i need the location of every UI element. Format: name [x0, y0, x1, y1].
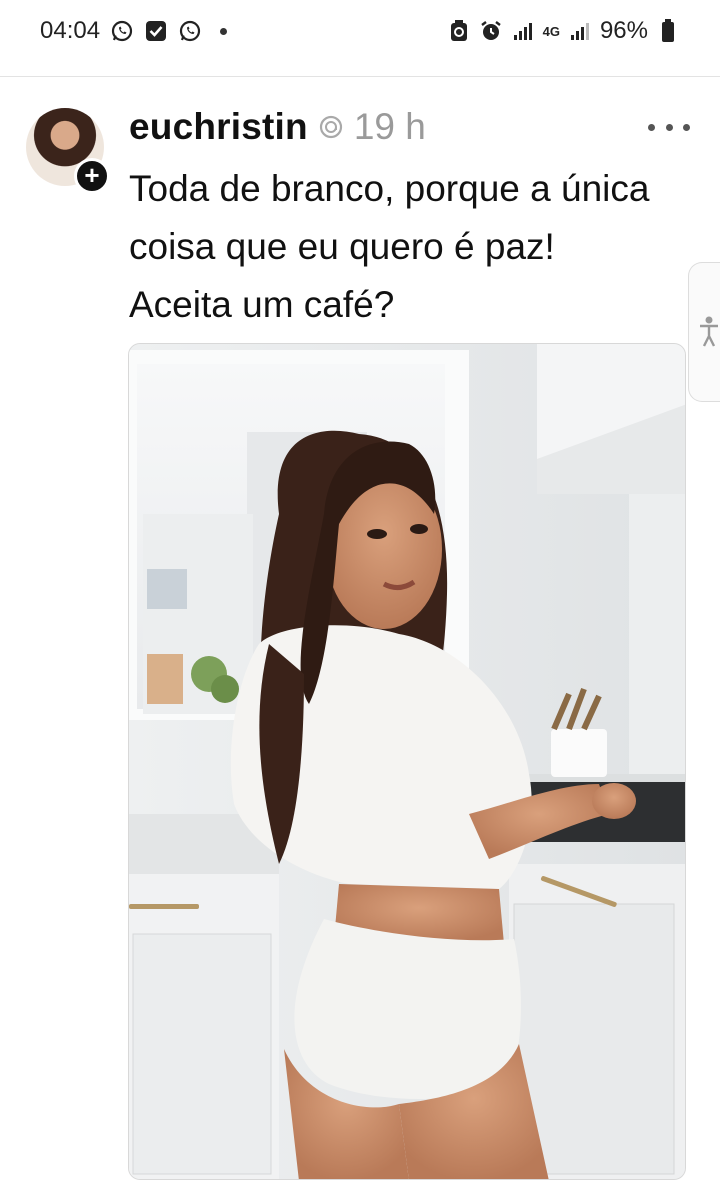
more-options-icon[interactable]: [648, 112, 690, 142]
follow-button[interactable]: +: [74, 158, 110, 194]
whatsapp-icon: [178, 19, 202, 43]
avatar-container[interactable]: +: [26, 108, 110, 194]
status-time: 04:04: [40, 17, 101, 44]
signal-icon: [568, 19, 592, 43]
threads-badge-icon: [318, 114, 344, 140]
accessibility-icon[interactable]: [688, 262, 720, 402]
notification-dot-icon: [220, 27, 228, 35]
alarm-icon: [479, 19, 503, 43]
battery-icon: [656, 19, 680, 43]
post-header: euchristin 19 h: [129, 106, 426, 148]
battery-percent: 96%: [599, 17, 648, 44]
status-bar: 04:04 4G 96%: [0, 0, 720, 62]
post-image-illustration: [129, 344, 685, 1179]
data-saver-icon: [447, 19, 471, 43]
post-caption: Toda de branco, porque a única coisa que…: [129, 168, 650, 325]
post-time: 19 h: [353, 106, 426, 147]
username[interactable]: euchristin: [129, 106, 308, 148]
post-image[interactable]: [128, 343, 686, 1180]
signal-icon: [511, 19, 535, 43]
network-type-label: 4G: [542, 23, 560, 39]
whatsapp-icon: [110, 19, 134, 43]
status-left: 04:04: [40, 17, 228, 45]
status-right: 4G 96%: [447, 17, 680, 45]
checkbox-icon: [144, 19, 168, 43]
header-divider: [0, 76, 720, 77]
